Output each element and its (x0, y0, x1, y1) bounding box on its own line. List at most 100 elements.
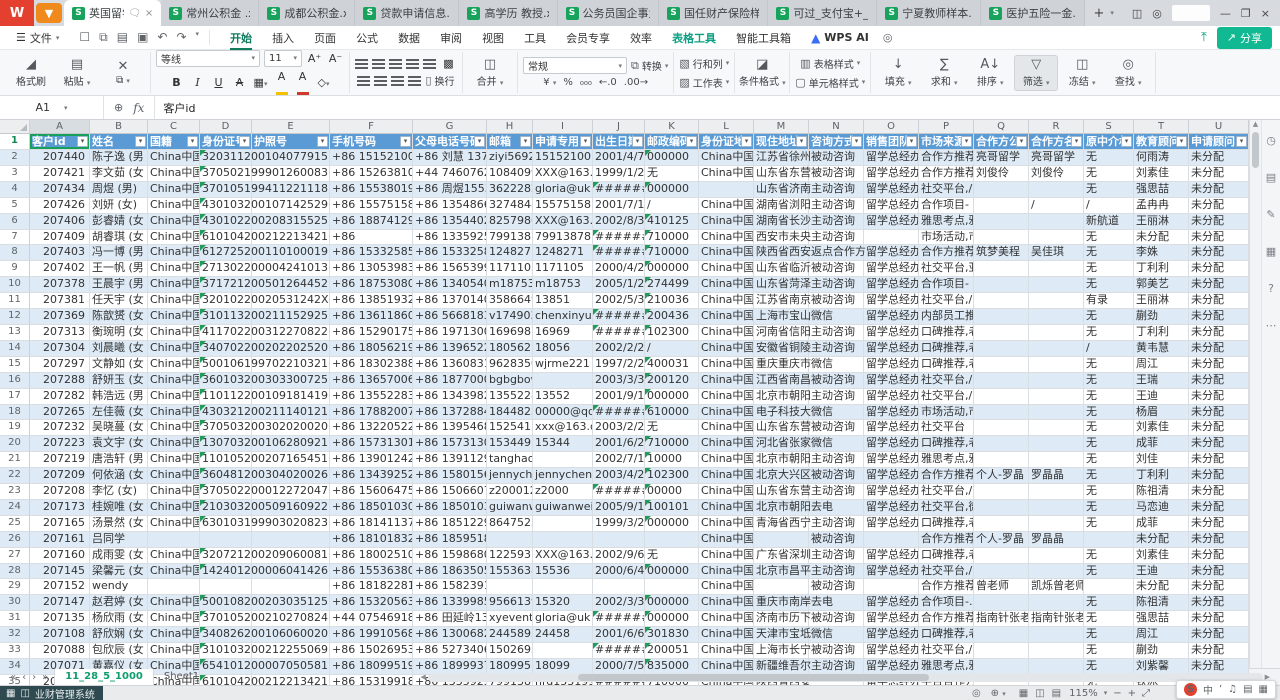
grid-cell[interactable]: 未分配 (1189, 182, 1249, 198)
grid-cell[interactable]: XXX@163. (533, 548, 593, 564)
grid-cell[interactable]: 社交平台,/ (919, 293, 974, 309)
grid-cell[interactable]: 口碑推荐,老 (919, 341, 974, 357)
grid-cell[interactable]: +86 1877000215 (413, 373, 487, 389)
zoom-formula-icon[interactable]: ⊕ (114, 101, 123, 114)
grid-cell[interactable]: 310103200212255069 (200, 643, 252, 659)
grid-cell[interactable]: 刘素佳 (1134, 166, 1189, 182)
grid-cell[interactable]: 327484864 (487, 198, 533, 214)
help-icon[interactable]: ? (1268, 282, 1274, 295)
column-letter-A[interactable]: A (30, 120, 90, 134)
column-header-cell[interactable]: 国籍▾ (148, 134, 200, 150)
grid-cell[interactable]: 310113200211152925 (200, 309, 252, 325)
grid-cell[interactable]: 雅思考点,雅 (919, 452, 974, 468)
column-header-cell[interactable]: 手机号码▾ (330, 134, 413, 150)
formula-input[interactable]: 客户id (155, 96, 203, 119)
grid-cell[interactable]: 207304 (30, 341, 90, 357)
file-menu[interactable]: ☰文件▾ (8, 30, 67, 46)
grid-cell[interactable]: 被动咨询 (809, 150, 864, 166)
grid-cell[interactable]: 未分配 (1134, 230, 1189, 246)
grid-cell[interactable]: 799138782 (487, 230, 533, 246)
grid-cell[interactable]: +86 18753080 (330, 277, 413, 293)
row-number[interactable]: 24 (0, 500, 30, 516)
grid-cell[interactable]: 207381 (30, 293, 90, 309)
grid-cell[interactable]: China中国 (699, 341, 754, 357)
grid-cell[interactable]: 留学总经办 (864, 198, 919, 214)
grid-cell[interactable]: China中国 (699, 389, 754, 405)
grid-cell[interactable]: 未分配 (1189, 548, 1249, 564)
grid-cell[interactable]: 207173 (30, 500, 90, 516)
grid-cell[interactable]: +86 15536380 (330, 564, 413, 580)
restore-button[interactable]: ❐ (1241, 7, 1251, 20)
grid-cell[interactable]: 合作项目-. (919, 595, 974, 611)
column-letter-J[interactable]: J (593, 120, 645, 134)
align-left-icon[interactable] (357, 76, 370, 86)
grid-cell[interactable]: 社交平台,/ (919, 182, 974, 198)
undo-icon[interactable]: ↶ (157, 30, 167, 45)
grid-cell[interactable]: 117110505 (487, 261, 533, 277)
row-number[interactable]: 2 (0, 150, 30, 166)
grid-cell[interactable]: China中国 (148, 150, 200, 166)
grid-cell[interactable] (487, 532, 533, 548)
grid-cell[interactable]: +86 1372884680 (413, 405, 487, 421)
column-header-cell[interactable]: 申请顾问▾ (1189, 134, 1249, 150)
grid-cell[interactable]: +86 13220522 (330, 420, 413, 436)
grid-cell[interactable]: 天津市宝坻 (754, 627, 809, 643)
grid-cell[interactable]: 成菲 (1134, 436, 1189, 452)
row-number[interactable]: 22 (0, 468, 30, 484)
grid-cell[interactable]: 102300 (645, 468, 699, 484)
grid-cell[interactable]: China中国 (699, 611, 754, 627)
grid-cell[interactable]: XXX@163. (533, 166, 593, 182)
column-header-cell[interactable]: 出生日期▾ (593, 134, 645, 150)
number-format-select[interactable]: 常规▾ (523, 57, 627, 74)
grid-cell[interactable]: China中国 (148, 468, 200, 484)
grid-cell[interactable]: 陈歆赟 (女 (90, 309, 148, 325)
grid-cell[interactable]: 安徽省铜陵 (754, 341, 809, 357)
grid-cell[interactable]: China中国 (148, 198, 200, 214)
ribbon-tab-审阅[interactable]: 审阅 (430, 28, 472, 48)
grid-cell[interactable] (754, 532, 809, 548)
grid-cell[interactable]: +86 1391129694 (413, 452, 487, 468)
grid-cell[interactable]: 13851 (533, 293, 593, 309)
grid-cell[interactable]: 207378 (30, 277, 90, 293)
grid-cell[interactable]: 社交平台 (919, 420, 974, 436)
column-letter-D[interactable]: D (200, 120, 252, 134)
grid-cell[interactable]: 207145 (30, 564, 90, 580)
grid-cell[interactable]: 蒯劲 (1134, 643, 1189, 659)
column-letter-K[interactable]: K (645, 120, 699, 134)
grid-cell[interactable]: 无 (1084, 373, 1134, 389)
grid-cell[interactable]: China中国 (148, 611, 200, 627)
column-header-cell[interactable]: 身份证号▾ (200, 134, 252, 150)
grid-cell[interactable]: 蒯劲 (1134, 309, 1189, 325)
underline-button[interactable]: U (210, 76, 227, 89)
row-number[interactable]: 28 (0, 564, 30, 580)
grid-cell[interactable]: 未分配 (1189, 484, 1249, 500)
row-number[interactable]: 11 (0, 293, 30, 309)
grid-cell[interactable]: 刘佳 (1134, 452, 1189, 468)
ribbon-tab-表格工具[interactable]: 表格工具 (662, 28, 726, 48)
grid-cell[interactable] (1029, 230, 1084, 246)
grid-cell[interactable]: 207421 (30, 166, 90, 182)
grid-cell[interactable]: / (1029, 198, 1084, 214)
grid-cell[interactable]: 2001/6/6 (593, 627, 645, 643)
grid-cell[interactable]: China中国 (699, 373, 754, 389)
grid-cell[interactable]: 15536 (533, 564, 593, 580)
grid-cell[interactable]: 2003/4/2 (593, 468, 645, 484)
grid-cell[interactable]: 合作方推荐 (919, 579, 974, 595)
grid-cell[interactable]: ziyi5692@ (487, 150, 533, 166)
grid-cell[interactable]: 155363896 (487, 564, 533, 580)
wps-logo-icon[interactable]: W (0, 0, 34, 26)
grid-cell[interactable]: 710000 (645, 245, 699, 261)
orientation-button[interactable]: ▩ (440, 57, 457, 70)
grid-cell[interactable]: 广东省深圳 (754, 548, 809, 564)
grid-cell[interactable]: 刘素佳 (1134, 420, 1189, 436)
grid-cell[interactable]: 371721200501264452 (200, 277, 252, 293)
grid-cell[interactable]: 360103200303300725 (200, 373, 252, 389)
grid-cell[interactable]: 电子科技大 (754, 405, 809, 421)
column-header-cell[interactable]: 邮政编码▾ (645, 134, 699, 150)
cell-style-button[interactable]: ▢单元格样式▾ (795, 75, 865, 90)
filter-dropdown-icon[interactable]: ▾ (187, 136, 198, 147)
grid-cell[interactable]: 10000 (645, 452, 699, 468)
row-number[interactable]: 6 (0, 214, 30, 230)
grid-cell[interactable]: 207440 (30, 150, 90, 166)
grid-cell[interactable]: 200436 (645, 309, 699, 325)
